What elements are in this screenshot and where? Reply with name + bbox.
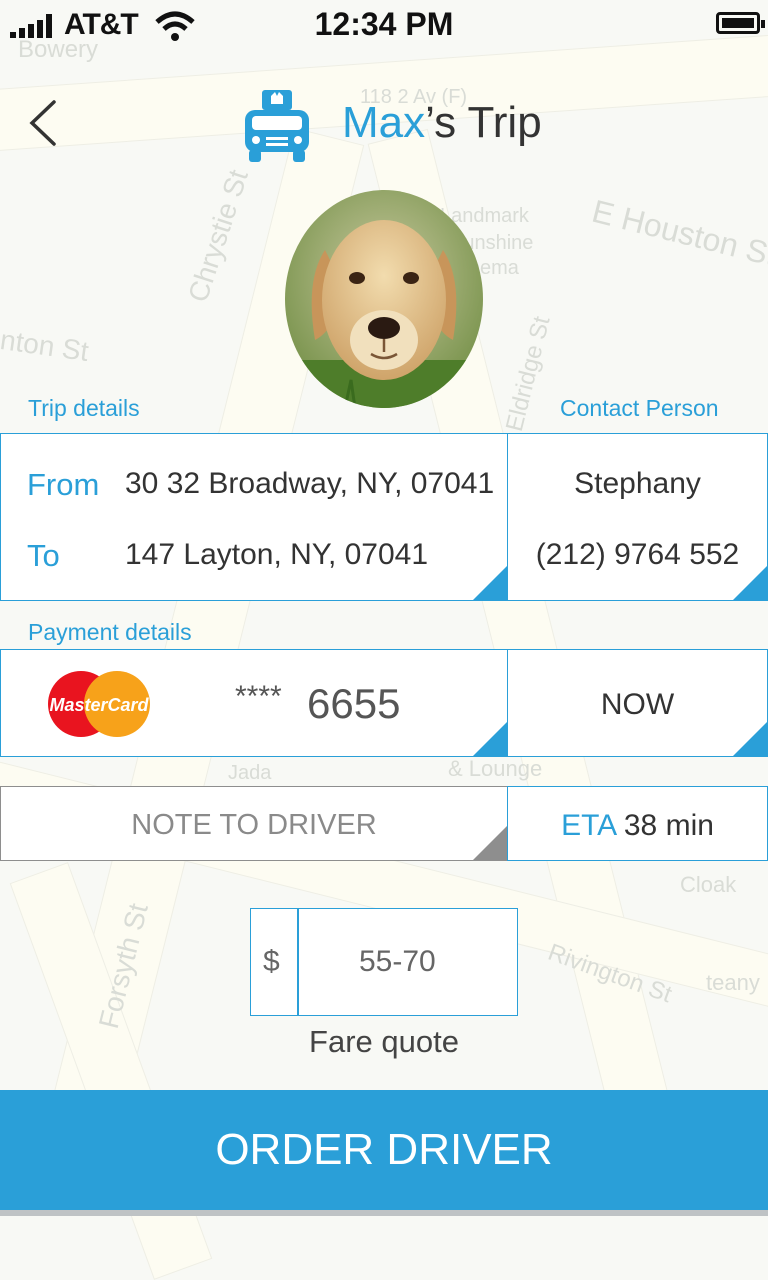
fare-divider	[297, 909, 299, 1015]
note-to-driver-field[interactable]: NOTE TO DRIVER	[0, 786, 508, 861]
map-label: & Lounge	[448, 756, 543, 781]
from-label: From	[27, 467, 100, 502]
eta-label: ETA	[561, 809, 616, 842]
payment-card-panel[interactable]: MasterCard **** 6655	[0, 649, 508, 757]
to-address: 147 Layton, NY, 07041	[125, 538, 429, 571]
map-label: Jada	[228, 762, 272, 784]
map-label: teany	[706, 970, 760, 995]
fare-range: 55-70	[359, 945, 436, 978]
map-label: Cloak	[680, 872, 737, 897]
fare-currency: $	[263, 945, 280, 978]
contact-phone: (212) 9764 552	[535, 538, 740, 571]
card-last4: 6655	[307, 680, 401, 727]
contact-panel[interactable]: Stephany (212) 9764 552	[507, 433, 768, 601]
map-label: E Houston St	[588, 192, 768, 274]
edit-corner-icon	[473, 722, 507, 756]
taxi-icon	[245, 90, 309, 162]
edit-corner-icon	[473, 826, 507, 860]
to-label: To	[27, 538, 60, 573]
header: Max’s Trip	[0, 80, 768, 170]
from-address: 30 32 Broadway, NY, 07041	[125, 467, 495, 500]
order-driver-label: ORDER DRIVER	[215, 1125, 553, 1174]
map-label: Chrystie St	[182, 165, 254, 306]
eta-value: 38 min	[623, 809, 714, 842]
edit-corner-icon	[733, 722, 767, 756]
eta-panel: ETA 38 min	[507, 786, 768, 861]
edit-corner-icon	[733, 566, 767, 600]
trip-details-label: Trip details	[28, 395, 140, 421]
status-time: 12:34 PM	[314, 6, 454, 42]
map-label: nton St	[0, 323, 91, 368]
trip-details-panel[interactable]: From 30 32 Broadway, NY, 07041 To 147 La…	[0, 433, 508, 601]
avatar	[285, 190, 483, 408]
map-label: Eldridge St	[500, 313, 556, 435]
status-bar: AT&T 12:34 PM	[0, 0, 768, 52]
card-mask: ****	[235, 680, 282, 713]
mastercard-wordmark: MasterCard	[49, 695, 149, 715]
battery-icon	[716, 12, 765, 34]
contact-person-label: Contact Person	[560, 395, 719, 421]
contact-name: Stephany	[574, 467, 701, 500]
payment-details-label: Payment details	[28, 619, 192, 645]
fare-caption: Fare quote	[309, 1024, 459, 1059]
eta-text: ETA 38 min	[508, 809, 767, 843]
page-title: Max’s Trip	[342, 98, 542, 148]
fare-quote-box: $ 55-70	[250, 908, 518, 1016]
title-suffix: ’s Trip	[425, 98, 542, 147]
timing-value: NOW	[600, 688, 675, 721]
mastercard-logo: MasterCard	[48, 671, 150, 737]
edit-corner-icon	[473, 566, 507, 600]
back-chevron-icon[interactable]	[24, 98, 64, 148]
title-name: Max	[342, 98, 426, 147]
timing-panel[interactable]: NOW	[507, 649, 768, 757]
order-driver-button[interactable]: ORDER DRIVER	[0, 1090, 768, 1216]
note-placeholder: NOTE TO DRIVER	[131, 809, 377, 841]
